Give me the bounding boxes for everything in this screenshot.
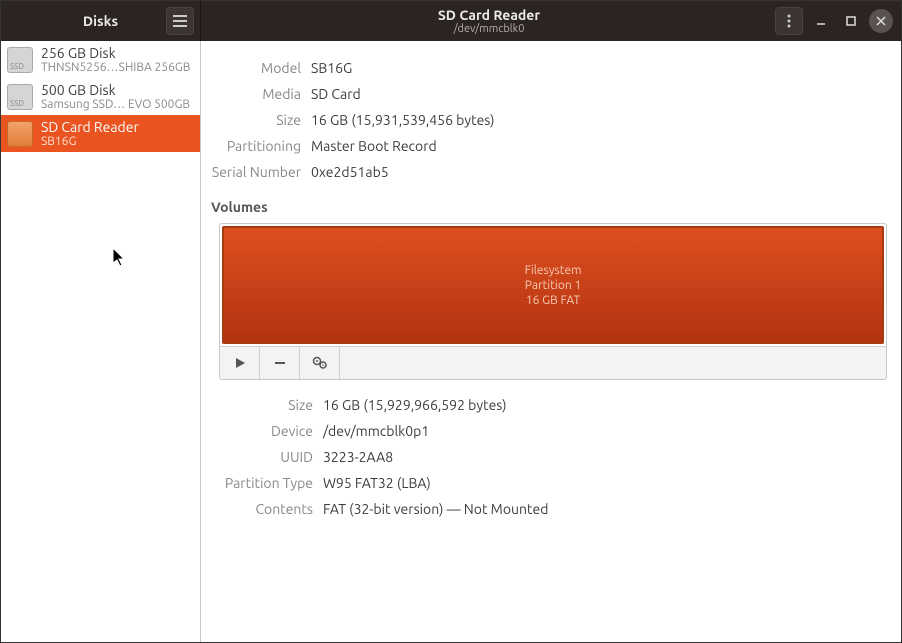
partition-line3: 16 GB FAT bbox=[525, 293, 582, 308]
partition-options-button[interactable] bbox=[300, 347, 340, 379]
value-vol-device: /dev/mmcblk0p1 bbox=[323, 420, 429, 442]
disk-subtitle: Samsung SSD… EVO 500GB bbox=[41, 98, 194, 111]
value-media: SD Card bbox=[311, 83, 361, 105]
volumes-heading: Volumes bbox=[211, 199, 887, 215]
minimize-button[interactable] bbox=[809, 9, 833, 33]
value-partitioning: Master Boot Record bbox=[311, 135, 437, 157]
partition-line1: Filesystem bbox=[525, 263, 582, 278]
volume-toolbar bbox=[220, 346, 886, 379]
sidebar-item-disk-0[interactable]: SSD 256 GB Disk THNSN5256…SHIBA 256GB bbox=[1, 41, 200, 78]
disk-title: SD Card Reader bbox=[41, 119, 194, 135]
content: SSD 256 GB Disk THNSN5256…SHIBA 256GB SS… bbox=[1, 41, 901, 642]
value-vol-contents: FAT (32-bit version) — Not Mounted bbox=[323, 498, 548, 520]
label-vol-uuid: UUID bbox=[201, 446, 323, 468]
maximize-button[interactable] bbox=[839, 9, 863, 33]
drive-menu-button[interactable] bbox=[775, 7, 803, 35]
partition-block[interactable]: Filesystem Partition 1 16 GB FAT bbox=[222, 226, 884, 344]
value-vol-size: 16 GB (15,929,966,592 bytes) bbox=[323, 394, 507, 416]
label-media: Media bbox=[201, 83, 311, 105]
value-vol-ptype: W95 FAT32 (LBA) bbox=[323, 472, 431, 494]
label-partitioning: Partitioning bbox=[201, 135, 311, 157]
gears-icon bbox=[312, 356, 328, 370]
main-panel: ModelSB16G MediaSD Card Size16 GB (15,93… bbox=[201, 41, 901, 642]
delete-partition-button[interactable] bbox=[260, 347, 300, 379]
label-size: Size bbox=[201, 109, 311, 131]
label-vol-ptype: Partition Type bbox=[201, 472, 323, 494]
label-vol-device: Device bbox=[201, 420, 323, 442]
close-button[interactable] bbox=[869, 9, 893, 33]
value-size: 16 GB (15,931,539,456 bytes) bbox=[311, 109, 495, 131]
label-vol-size: Size bbox=[201, 394, 323, 416]
hamburger-button[interactable] bbox=[166, 7, 194, 35]
label-serial: Serial Number bbox=[201, 161, 311, 183]
ssd-icon: SSD bbox=[7, 47, 33, 73]
label-vol-contents: Contents bbox=[201, 498, 323, 520]
label-model: Model bbox=[201, 57, 311, 79]
titlebar-left: Disks bbox=[1, 1, 201, 41]
volumes-box: Filesystem Partition 1 16 GB FAT bbox=[219, 223, 887, 380]
sidebar: SSD 256 GB Disk THNSN5256…SHIBA 256GB SS… bbox=[1, 41, 201, 642]
value-serial: 0xe2d51ab5 bbox=[311, 161, 389, 183]
titlebar-right: SD Card Reader /dev/mmcblk0 bbox=[201, 1, 901, 41]
titlebar-center: SD Card Reader /dev/mmcblk0 bbox=[209, 7, 769, 36]
app-title: Disks bbox=[35, 13, 166, 29]
titlebar: Disks SD Card Reader /dev/mmcblk0 bbox=[1, 1, 901, 41]
partition-line2: Partition 1 bbox=[525, 278, 582, 293]
disk-subtitle: SB16G bbox=[41, 135, 194, 148]
minus-icon bbox=[274, 357, 286, 369]
window-subtitle: /dev/mmcblk0 bbox=[209, 23, 769, 36]
ssd-icon: SSD bbox=[7, 84, 33, 110]
window-title: SD Card Reader bbox=[209, 7, 769, 23]
disk-subtitle: THNSN5256…SHIBA 256GB bbox=[41, 61, 194, 74]
value-model: SB16G bbox=[311, 57, 352, 79]
disk-title: 500 GB Disk bbox=[41, 82, 194, 98]
play-icon bbox=[234, 357, 246, 369]
sidebar-item-disk-1[interactable]: SSD 500 GB Disk Samsung SSD… EVO 500GB bbox=[1, 78, 200, 115]
mount-button[interactable] bbox=[220, 347, 260, 379]
sidebar-item-disk-2[interactable]: SD Card Reader SB16G bbox=[1, 115, 200, 152]
sd-card-icon bbox=[7, 121, 33, 147]
volume-details: Size16 GB (15,929,966,592 bytes) Device/… bbox=[201, 392, 887, 522]
value-vol-uuid: 3223-2AA8 bbox=[323, 446, 393, 468]
disk-title: 256 GB Disk bbox=[41, 45, 194, 61]
